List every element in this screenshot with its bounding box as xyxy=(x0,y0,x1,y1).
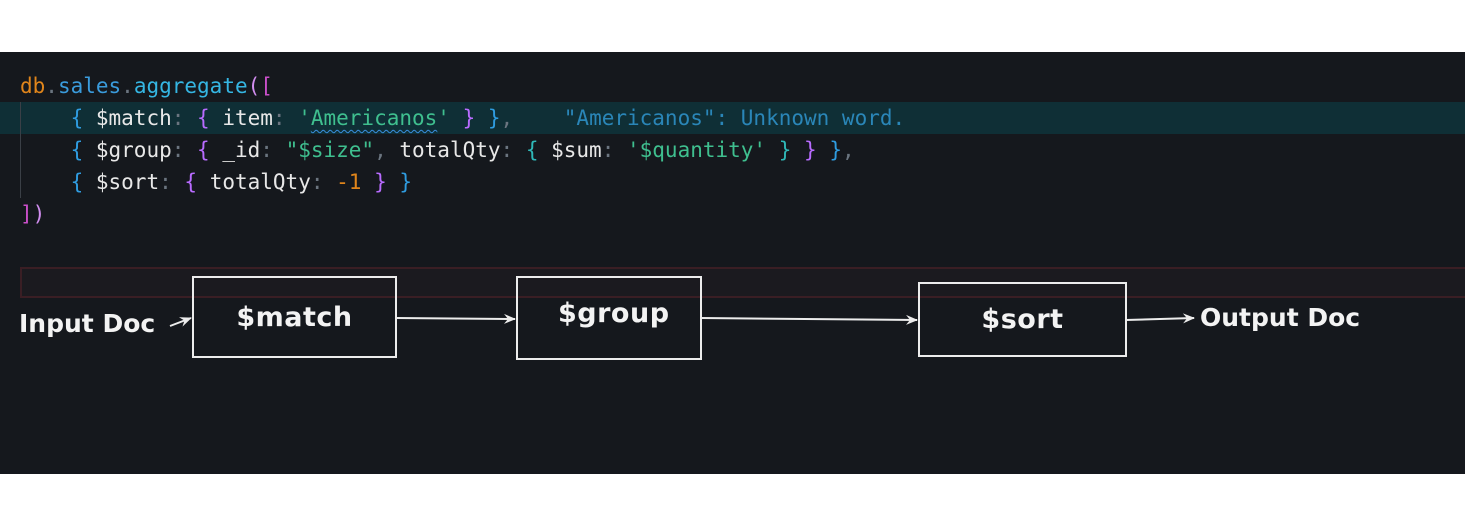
pipeline-diagram: Input Doc $match $group $sort Output Doc xyxy=(0,52,1465,474)
input-doc-label: Input Doc xyxy=(19,309,156,338)
arrow-match-to-group xyxy=(395,313,516,324)
code-panel: db.sales.aggregate([ { $match: { item: '… xyxy=(0,52,1465,474)
arrow-group-to-sort xyxy=(700,314,918,325)
output-doc-label: Output Doc xyxy=(1200,303,1361,332)
arrow-sort-to-output xyxy=(1125,313,1195,324)
stage-match-box: $match xyxy=(192,276,397,358)
arrow-input-to-match xyxy=(169,317,192,327)
stage-group-box: $group xyxy=(516,276,702,360)
stage-sort-box: $sort xyxy=(918,282,1127,357)
pipeline-arrows xyxy=(169,313,1195,327)
